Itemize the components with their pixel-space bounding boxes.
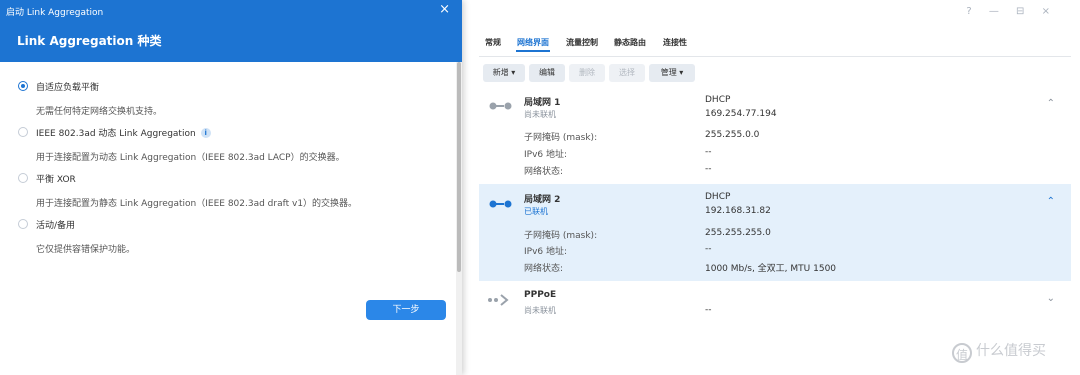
radio-button-selected[interactable] bbox=[18, 81, 28, 91]
close-icon[interactable]: × bbox=[439, 2, 450, 17]
link-aggregation-dialog: 启动 Link Aggregation × Link Aggregation 种… bbox=[0, 0, 462, 375]
interface-status: 尚未联机 bbox=[524, 306, 556, 315]
window-controls: ? — ⊟ × bbox=[952, 6, 1050, 17]
active-tab-indicator bbox=[516, 50, 550, 52]
network-status-label: 网络状态: bbox=[524, 264, 564, 274]
radio-button[interactable] bbox=[18, 219, 28, 229]
help-icon[interactable]: ? bbox=[966, 6, 971, 17]
interface-status: 已联机 bbox=[524, 207, 548, 216]
dialog-header: Link Aggregation 种类 bbox=[0, 22, 462, 62]
interface-card-lan1[interactable]: 局域网 1 尚未联机 DHCP 169.254.77.194 子网掩码 (mas… bbox=[479, 88, 1071, 184]
tab-network-interface[interactable]: 网络界面 bbox=[517, 37, 549, 48]
watermark-logo-icon: 值 bbox=[952, 343, 972, 363]
dialog-heading: Link Aggregation 种类 bbox=[17, 34, 162, 48]
option-label: 活动/备用 bbox=[36, 221, 76, 231]
ipv6-label: IPv6 地址: bbox=[524, 150, 568, 160]
option-description: 无需任何特定网络交换机支持。 bbox=[36, 107, 163, 117]
ip-address: 169.254.77.194 bbox=[705, 109, 777, 119]
tab-general[interactable]: 常规 bbox=[485, 37, 501, 48]
disconnected-port-icon bbox=[489, 102, 512, 110]
subnet-value: 255.255.255.0 bbox=[705, 228, 771, 238]
maximize-icon[interactable]: ⊟ bbox=[1016, 6, 1024, 17]
ipv6-value: -- bbox=[705, 147, 712, 157]
delete-button[interactable]: 删除 bbox=[569, 64, 605, 82]
divider bbox=[479, 56, 1071, 57]
interface-status: 尚未联机 bbox=[524, 110, 556, 119]
interface-name: 局域网 2 bbox=[524, 195, 561, 205]
option-label-wrap: IEEE 802.3ad 动态 Link Aggregation i bbox=[36, 126, 211, 139]
option-label: 平衡 XOR bbox=[36, 175, 76, 185]
network-status-value: 1000 Mb/s, 全双工, MTU 1500 bbox=[705, 264, 837, 274]
option-label: 自适应负载平衡 bbox=[36, 83, 100, 93]
dialog-scrollbar[interactable] bbox=[456, 62, 462, 375]
subnet-label: 子网掩码 (mask): bbox=[524, 231, 598, 241]
dialog-title: 启动 Link Aggregation bbox=[6, 8, 104, 18]
radio-button[interactable] bbox=[18, 173, 28, 183]
dialog-body: 自适应负载平衡 无需任何特定网络交换机支持。 IEEE 802.3ad 动态 L… bbox=[0, 62, 462, 375]
pppoe-value: -- bbox=[705, 305, 712, 315]
network-status-value: -- bbox=[705, 164, 712, 174]
edit-button[interactable]: 编辑 bbox=[529, 64, 565, 82]
manage-button[interactable]: 管理 ▾ bbox=[649, 64, 695, 82]
chevron-up-icon[interactable]: ⌃ bbox=[1047, 98, 1055, 109]
option-label: IEEE 802.3ad 动态 Link Aggregation bbox=[36, 129, 196, 139]
next-button[interactable]: 下一步 bbox=[366, 300, 446, 320]
option-description: 用于连接配置为动态 Link Aggregation（IEEE 802.3ad … bbox=[36, 153, 345, 163]
interface-card-lan2[interactable]: 局域网 2 已联机 DHCP 192.168.31.82 子网掩码 (mask)… bbox=[479, 184, 1071, 281]
interface-name: PPPoE bbox=[524, 290, 557, 300]
ip-mode: DHCP bbox=[705, 192, 731, 202]
subnet-value: 255.255.0.0 bbox=[705, 130, 760, 140]
chevron-up-icon[interactable]: ⌃ bbox=[1047, 196, 1055, 207]
ipv6-value: -- bbox=[705, 244, 712, 254]
network-status-label: 网络状态: bbox=[524, 167, 564, 177]
minimize-icon[interactable]: — bbox=[989, 6, 999, 17]
ip-address: 192.168.31.82 bbox=[705, 206, 771, 216]
ipv6-label: IPv6 地址: bbox=[524, 247, 568, 257]
option-description: 它仅提供容错保护功能。 bbox=[36, 245, 136, 255]
info-icon[interactable]: i bbox=[200, 128, 211, 138]
scrollbar-thumb[interactable] bbox=[457, 62, 461, 272]
tab-connectivity[interactable]: 连接性 bbox=[663, 37, 687, 48]
watermark-text: 什么值得买 bbox=[976, 343, 1046, 359]
watermark: 值什么值得买 bbox=[952, 340, 1046, 363]
subnet-label: 子网掩码 (mask): bbox=[524, 133, 598, 143]
connected-port-icon bbox=[489, 200, 512, 208]
interface-name: 局域网 1 bbox=[524, 98, 561, 108]
tab-traffic-control[interactable]: 流量控制 bbox=[566, 37, 598, 48]
select-button[interactable]: 选择 bbox=[609, 64, 645, 82]
chevron-down-icon[interactable]: ⌄ bbox=[1047, 293, 1055, 304]
dialog-titlebar: 启动 Link Aggregation × bbox=[0, 0, 462, 22]
close-window-icon[interactable]: × bbox=[1042, 6, 1050, 17]
ip-mode: DHCP bbox=[705, 95, 731, 105]
add-button[interactable]: 新增 ▾ bbox=[483, 64, 525, 82]
interface-card-pppoe[interactable]: PPPoE 尚未联机 -- ⌄ bbox=[479, 283, 1071, 323]
option-description: 用于连接配置为静态 Link Aggregation（IEEE 802.3ad … bbox=[36, 199, 358, 209]
pppoe-icon bbox=[488, 294, 509, 306]
tab-static-route[interactable]: 静态路由 bbox=[614, 37, 646, 48]
radio-button[interactable] bbox=[18, 127, 28, 137]
